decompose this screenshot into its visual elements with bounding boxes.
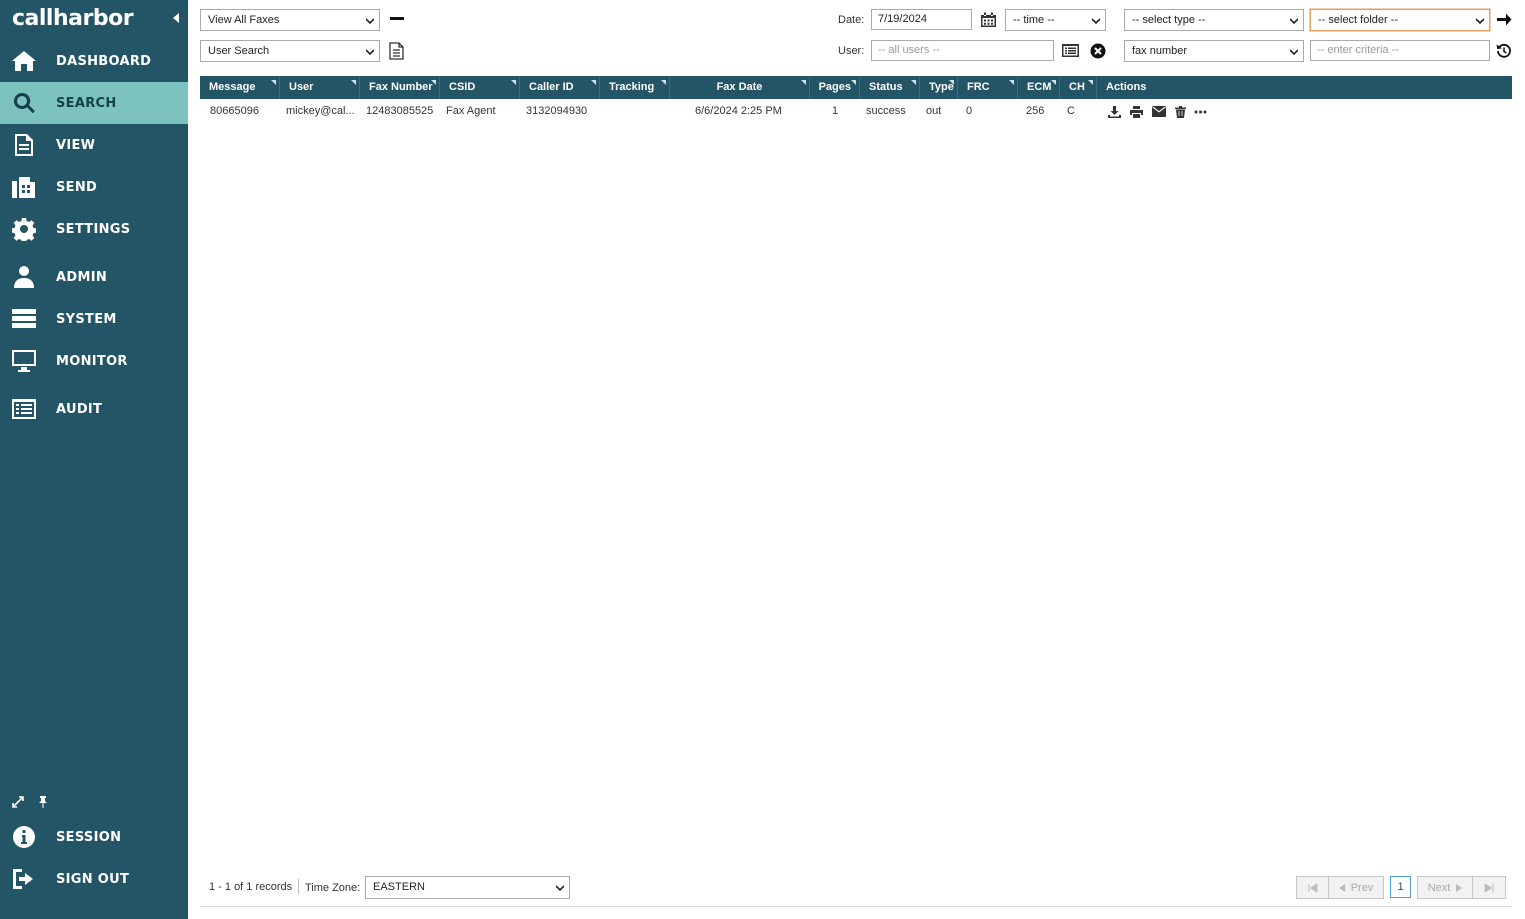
column-actions: Actions [1106,81,1147,93]
gear-icon [11,216,37,242]
cell-fax-number: 12483085525 [366,105,434,117]
info-icon [11,824,37,850]
calendar-icon[interactable] [979,11,997,28]
cell-ecm: 256 [1026,105,1045,117]
cell-pages: 1 [832,105,839,117]
fax-icon [11,174,37,200]
prev-page-button[interactable]: Prev [1328,876,1384,899]
user-list-icon[interactable] [1060,42,1080,59]
nav-send[interactable]: SEND [0,166,188,208]
cell-type: out [926,105,942,117]
first-page-button[interactable] [1296,876,1329,899]
folder-select[interactable]: -- select folder -- [1310,9,1490,31]
nav-settings[interactable]: SETTINGS [0,208,188,250]
cell-user: mickey@cal... [286,105,355,117]
home-icon [11,48,37,74]
field-select[interactable]: fax number [1124,40,1304,62]
timezone-label: Time Zone: [305,882,361,894]
delete-icon[interactable] [1175,106,1189,119]
column-pages[interactable]: Pages [810,76,860,99]
email-icon[interactable] [1152,106,1166,119]
column-status[interactable]: Status [860,76,920,99]
server-icon [11,306,37,332]
nav-audit[interactable]: AUDIT [0,388,188,430]
nav-view[interactable]: VIEW [0,124,188,166]
user-input[interactable]: -- all users -- [871,40,1054,61]
download-icon[interactable] [1108,106,1122,119]
cell-status: success [866,105,906,117]
column-caller-id[interactable]: Caller ID [520,76,600,99]
nav-sign-out[interactable]: SIGN OUT [0,858,188,900]
minus-icon[interactable] [390,13,404,25]
list-icon [11,396,37,422]
cell-caller-id: 3132094930 [526,105,588,117]
cell-fax-date: 6/6/2024 2:25 PM [695,105,782,117]
print-icon[interactable] [1130,106,1144,119]
column-tracking[interactable]: Tracking [600,76,670,99]
nav-monitor[interactable]: MONITOR [0,340,188,382]
date-label: Date: [838,14,865,26]
date-input[interactable]: 7/19/2024 [871,9,972,30]
nav-system[interactable]: SYSTEM [0,298,188,340]
grid-header: Message User Fax Number CSID Caller ID T… [200,76,1512,99]
column-ecm[interactable]: ECM [1018,76,1060,99]
column-frc[interactable]: FRC [958,76,1018,99]
sign-out-icon [11,866,37,892]
nav-dashboard[interactable]: DASHBOARD [0,40,188,82]
more-icon[interactable] [1194,106,1208,119]
criteria-input[interactable]: -- enter criteria -- [1310,40,1490,61]
footer-divider [298,879,299,894]
search-icon [11,90,37,116]
cell-frc: 0 [966,105,973,117]
document-icon [11,132,37,158]
report-icon[interactable] [388,41,405,60]
column-fax-date[interactable]: Fax Date [670,76,810,99]
nav-search[interactable]: SEARCH [0,82,188,124]
footer-divider-line [200,906,1512,907]
type-select[interactable]: -- select type -- [1124,9,1304,31]
next-page-button[interactable]: Next [1417,876,1473,899]
monitor-icon [11,348,37,374]
reset-history-icon[interactable] [1495,42,1512,59]
nav-session[interactable]: SESSION [0,816,188,858]
pin-icon[interactable] [38,796,48,811]
search-type-select[interactable]: User Search [200,40,380,62]
column-user[interactable]: User [280,76,360,99]
column-csid[interactable]: CSID [440,76,520,99]
column-type[interactable]: Type [920,76,958,99]
timezone-select[interactable]: EASTERN [365,876,570,899]
cell-csid: Fax Agent [446,105,496,117]
current-page[interactable]: 1 [1390,876,1411,898]
column-fax-number[interactable]: Fax Number [360,76,440,99]
time-select[interactable]: -- time -- [1005,9,1106,31]
clear-user-icon[interactable] [1089,42,1107,60]
user-label: User: [838,45,865,57]
view-select[interactable]: View All Faxes [200,9,380,31]
collapse-sidebar-icon[interactable] [173,13,179,23]
logo: callharbor [12,6,134,31]
column-ch[interactable]: CH [1060,76,1097,99]
last-page-button[interactable] [1472,876,1506,899]
sidebar: callharbor DASHBOARD SEARCH VIEW SEND SE… [0,0,188,919]
cell-ch: C [1067,105,1075,117]
record-count: 1 - 1 of 1 records [209,881,293,893]
cell-message: 80665096 [210,105,259,117]
go-arrow-icon[interactable] [1495,11,1512,28]
nav-admin[interactable]: ADMIN [0,256,188,298]
column-message[interactable]: Message [200,76,280,99]
expand-icon[interactable] [12,796,24,811]
user-icon [11,264,37,290]
